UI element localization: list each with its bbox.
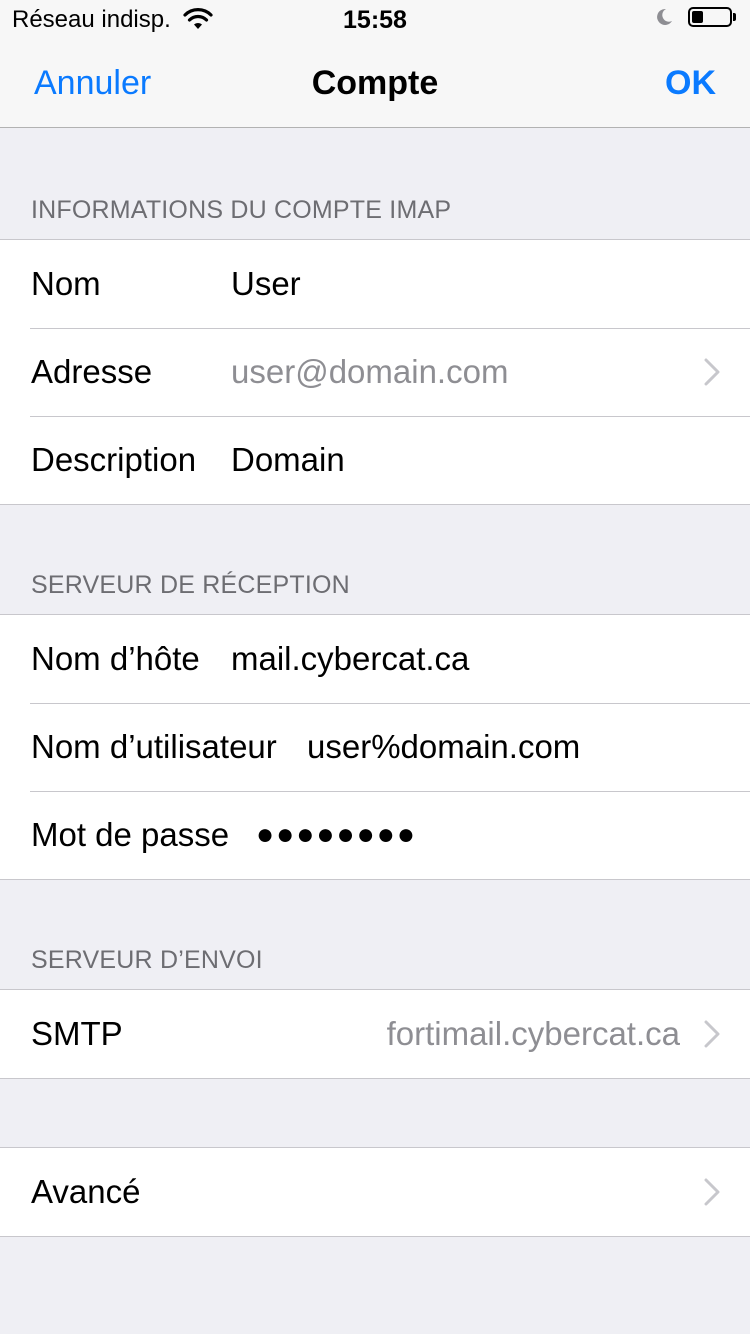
password-field[interactable]: ●●●●●●●● bbox=[256, 791, 417, 879]
nav-bar: Annuler Compte OK bbox=[0, 40, 750, 128]
password-label: Mot de passe bbox=[31, 816, 230, 853]
status-time: 15:58 bbox=[343, 6, 407, 34]
imap-group: Nom User Adresse user@domain.com Descrip… bbox=[0, 239, 750, 505]
outgoing-section-header: SERVEUR D’ENVOI bbox=[31, 946, 263, 974]
name-field[interactable]: User bbox=[231, 240, 301, 328]
page-title: Compte bbox=[311, 64, 439, 102]
host-label: Nom d’hôte bbox=[31, 640, 200, 677]
incoming-section-header: SERVEUR DE RÉCEPTION bbox=[31, 571, 350, 599]
status-bar: Réseau indisp. 15:58 bbox=[0, 0, 750, 40]
address-field[interactable]: user@domain.com bbox=[231, 328, 508, 416]
name-label: Nom bbox=[31, 265, 101, 302]
username-field[interactable]: user%domain.com bbox=[307, 703, 580, 791]
description-label: Description bbox=[31, 441, 197, 478]
host-row[interactable]: Nom d’hôte mail.cybercat.ca bbox=[0, 615, 750, 703]
battery-cap bbox=[733, 13, 736, 21]
description-field[interactable]: Domain bbox=[231, 416, 345, 504]
chevron-right-icon bbox=[704, 358, 720, 386]
smtp-row[interactable]: SMTP fortimail.cybercat.ca bbox=[0, 990, 750, 1078]
chevron-right-icon bbox=[704, 1178, 720, 1206]
address-row[interactable]: Adresse user@domain.com bbox=[0, 328, 750, 416]
name-row[interactable]: Nom User bbox=[0, 240, 750, 328]
status-right bbox=[654, 7, 736, 27]
advanced-group: Avancé bbox=[0, 1147, 750, 1237]
password-row[interactable]: Mot de passe ●●●●●●●● bbox=[0, 791, 750, 879]
smtp-value: fortimail.cybercat.ca bbox=[386, 1015, 680, 1052]
address-label: Adresse bbox=[31, 353, 153, 390]
description-row[interactable]: Description Domain bbox=[0, 416, 750, 504]
host-field[interactable]: mail.cybercat.ca bbox=[231, 615, 469, 703]
do-not-disturb-icon bbox=[657, 8, 672, 25]
done-button[interactable]: OK bbox=[665, 64, 716, 103]
smtp-label: SMTP bbox=[31, 1015, 123, 1052]
advanced-label: Avancé bbox=[31, 1173, 141, 1210]
username-label: Nom d’utilisateur bbox=[31, 728, 277, 765]
username-row[interactable]: Nom d’utilisateur user%domain.com bbox=[0, 703, 750, 791]
battery-fill bbox=[692, 11, 703, 23]
chevron-right-icon bbox=[704, 1020, 720, 1048]
advanced-row[interactable]: Avancé bbox=[0, 1148, 750, 1236]
outgoing-group: SMTP fortimail.cybercat.ca bbox=[0, 989, 750, 1079]
incoming-group: Nom d’hôte mail.cybercat.ca Nom d’utilis… bbox=[0, 614, 750, 880]
battery-icon bbox=[688, 7, 732, 27]
imap-section-header: INFORMATIONS DU COMPTE IMAP bbox=[31, 196, 452, 224]
